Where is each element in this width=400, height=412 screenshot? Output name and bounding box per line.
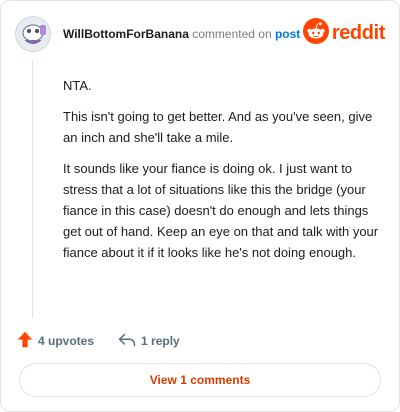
view-comments-button[interactable]: View 1 comments <box>19 363 381 397</box>
comment-card: WillBottomForBanana commented on post re… <box>0 0 400 412</box>
reply-button[interactable]: 1 reply <box>118 333 180 350</box>
comment-paragraph: NTA. <box>63 78 92 93</box>
comment-actions: 4 upvotes 1 reply <box>17 331 180 351</box>
reply-arrow-icon <box>118 333 141 350</box>
comment-paragraph: This isn't going to get better. And as y… <box>63 109 373 145</box>
comment-header: WillBottomForBanana commented on post re… <box>15 16 387 52</box>
reddit-logo[interactable]: reddit <box>302 17 386 49</box>
reddit-wordmark: reddit <box>331 22 386 44</box>
avatar[interactable] <box>15 16 51 52</box>
upvote-arrow-icon <box>17 331 38 351</box>
post-link[interactable]: post <box>275 27 300 41</box>
upvote-button[interactable]: 4 upvotes <box>17 331 94 351</box>
reply-count: 1 reply <box>141 334 180 348</box>
username-link[interactable]: WillBottomForBanana <box>63 27 189 41</box>
comment-paragraph: It sounds like your fiance is doing ok. … <box>63 161 379 260</box>
upvote-count: 4 upvotes <box>38 334 95 348</box>
reddit-snoo-icon <box>302 17 329 49</box>
thread-line[interactable] <box>32 61 33 318</box>
action-text: commented on <box>192 27 272 41</box>
comment-body: NTA. This isn't going to get better. And… <box>63 75 381 273</box>
comment-meta: WillBottomForBanana commented on post <box>63 27 300 41</box>
